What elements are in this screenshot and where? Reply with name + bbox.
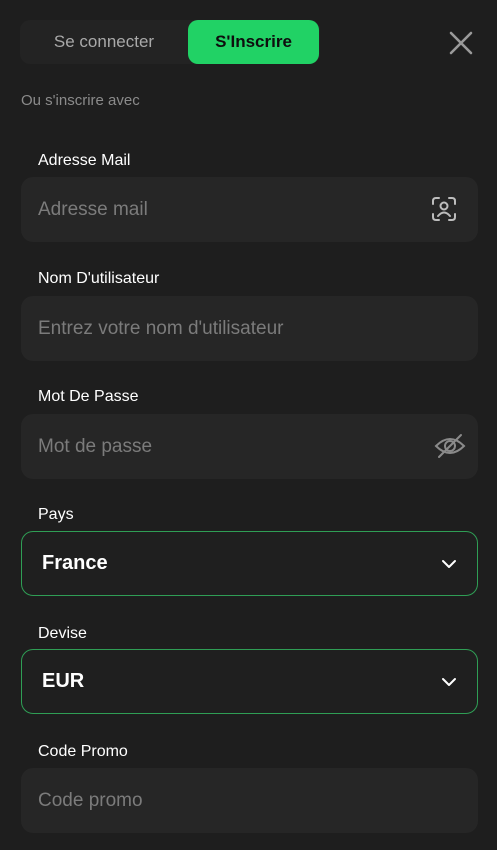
password-field-container (21, 414, 478, 479)
username-label: Nom D'utilisateur (38, 270, 160, 287)
username-field[interactable] (38, 296, 418, 361)
promo-code-label: Code Promo (38, 743, 128, 760)
social-signup-heading: Ou s'inscrire avec (21, 92, 140, 109)
chevron-down-icon (442, 678, 456, 686)
country-selected-value: France (42, 552, 108, 574)
currency-label: Devise (38, 625, 87, 642)
password-field[interactable] (38, 414, 418, 479)
chevron-down-icon (442, 560, 456, 568)
country-label: Pays (38, 506, 74, 523)
auth-tabs: Se connecter S'Inscrire (20, 20, 320, 64)
country-select[interactable]: France (21, 531, 478, 596)
currency-selected-value: EUR (42, 670, 85, 692)
promo-code-field-container (21, 768, 478, 833)
email-field[interactable] (38, 177, 418, 242)
password-label: Mot De Passe (38, 388, 139, 405)
currency-select[interactable]: EUR (21, 649, 478, 714)
email-label: Adresse Mail (38, 152, 131, 169)
promo-code-field[interactable] (38, 768, 418, 833)
contact-scan-icon[interactable] (430, 195, 458, 223)
username-field-container (21, 296, 478, 361)
tab-login[interactable]: Se connecter (20, 20, 188, 64)
tab-signup[interactable]: S'Inscrire (188, 20, 319, 64)
eye-off-icon[interactable] (434, 432, 466, 460)
close-icon[interactable] (446, 28, 476, 58)
email-field-container (21, 177, 478, 242)
